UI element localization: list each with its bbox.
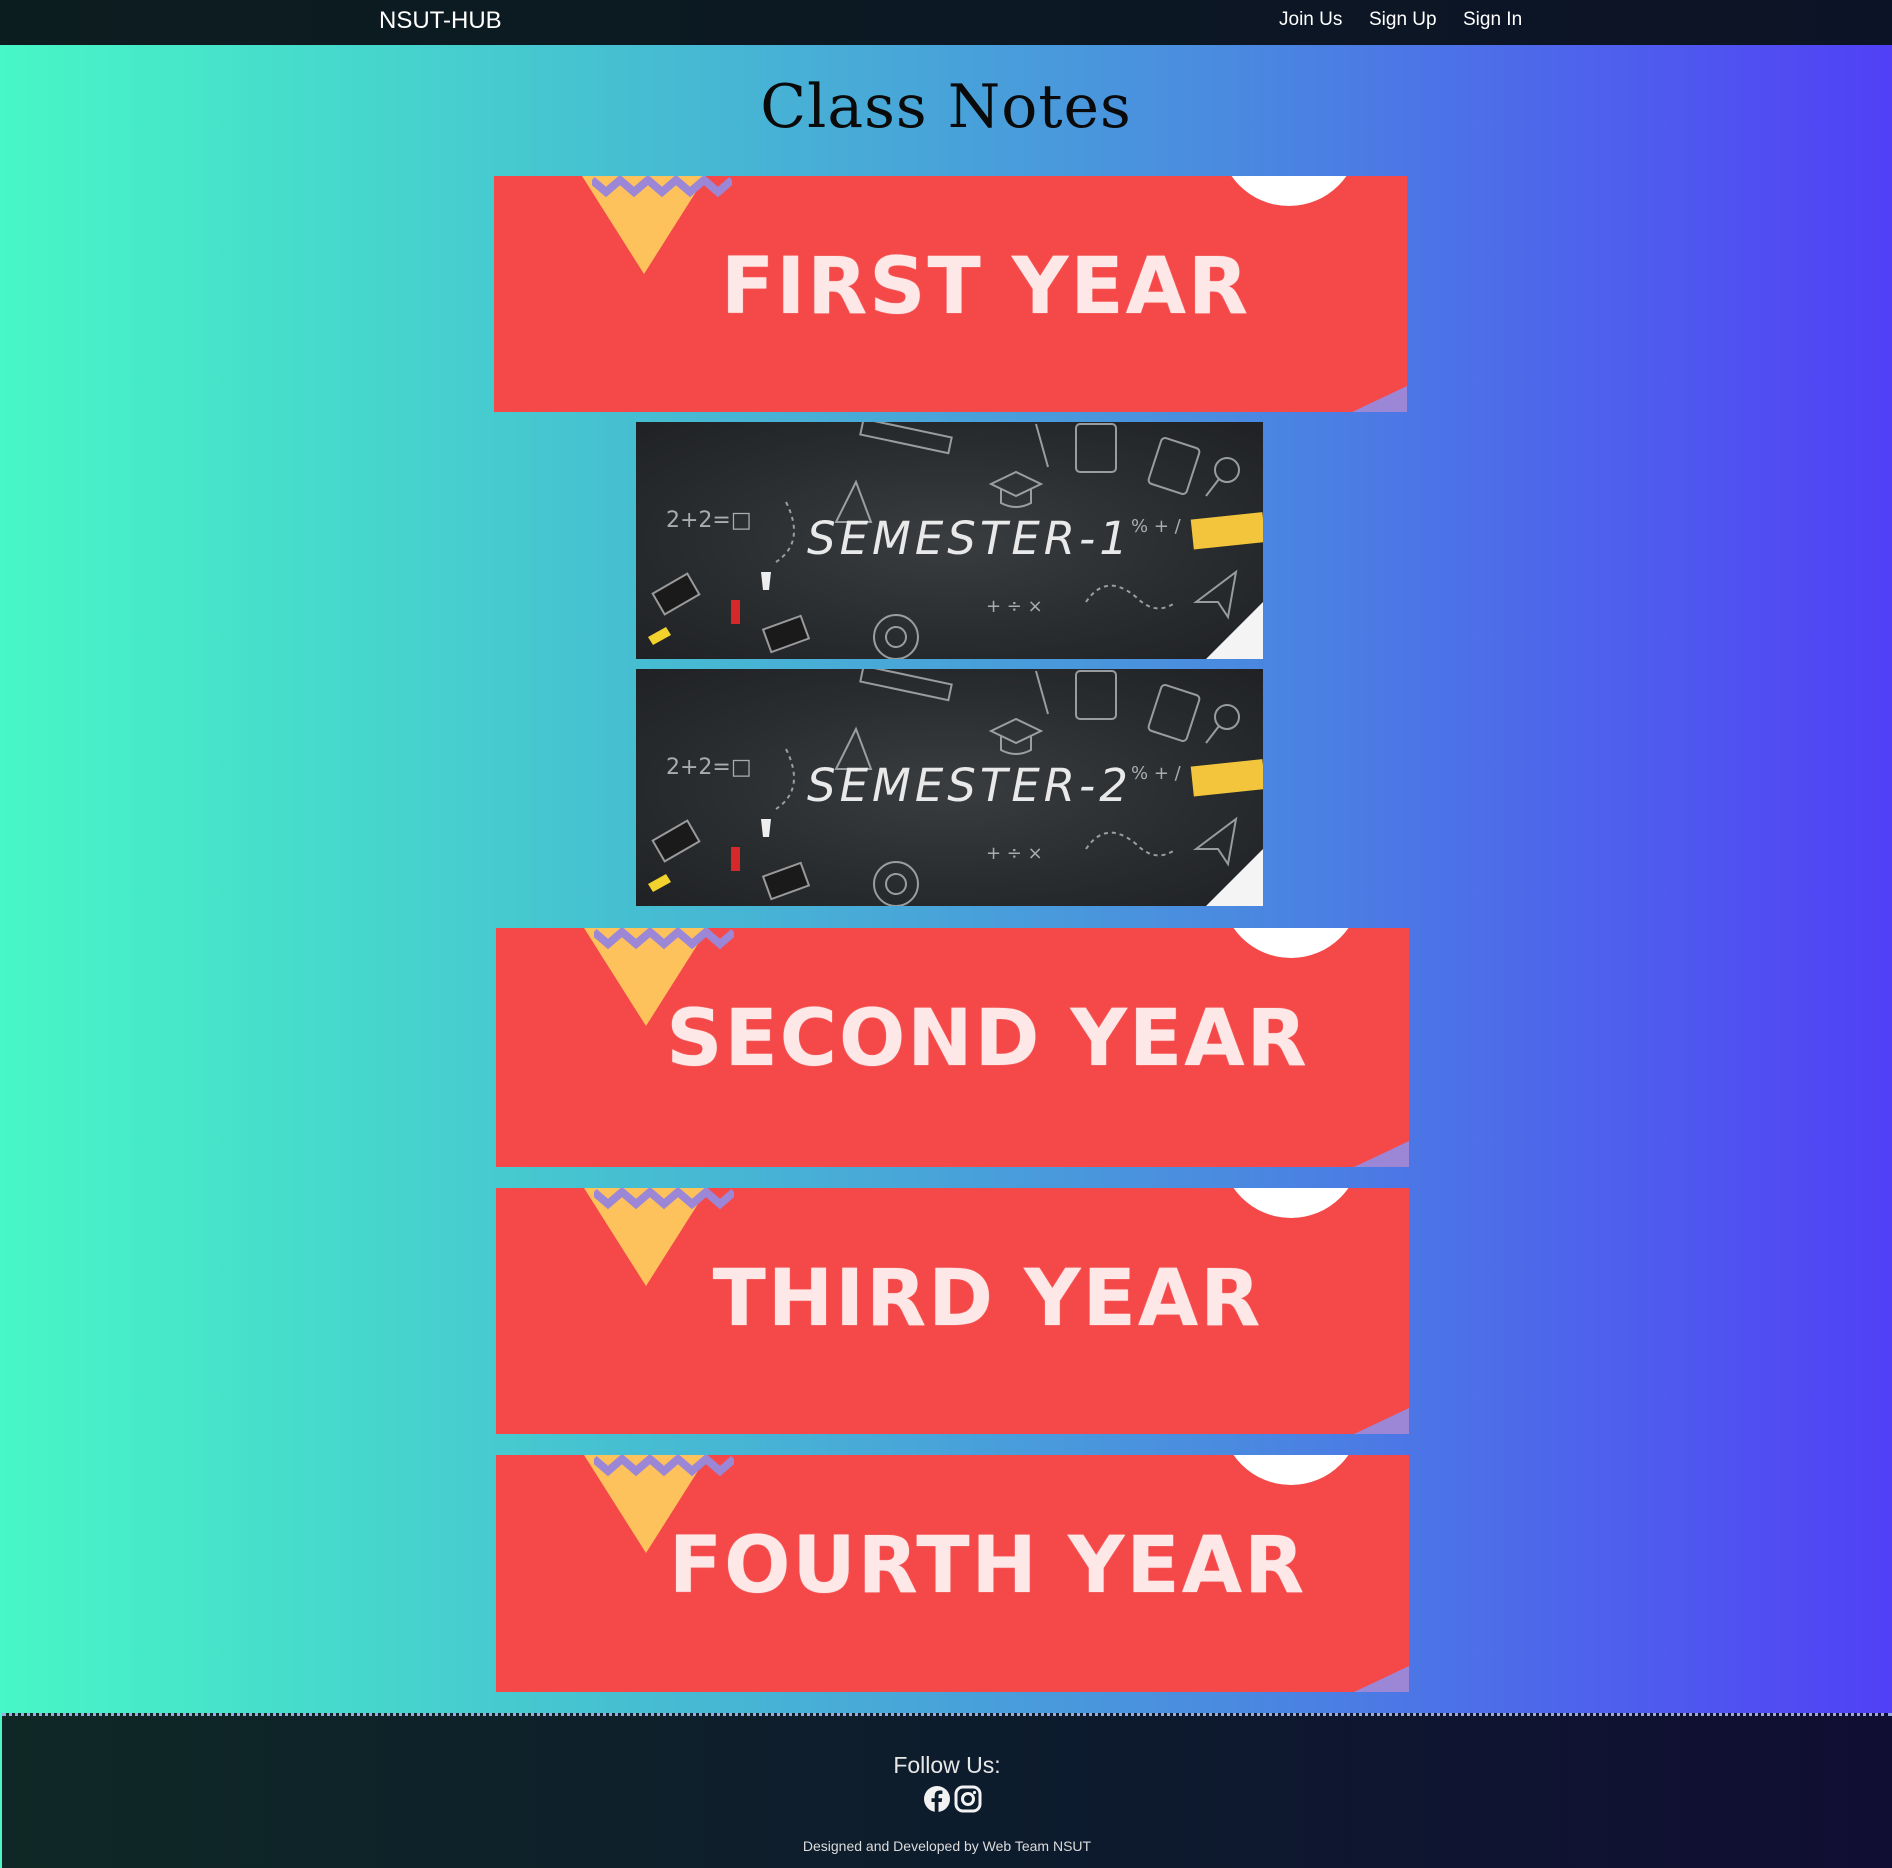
- sign-up-link[interactable]: Sign Up: [1369, 9, 1437, 31]
- first-year-banner[interactable]: FIRST YEAR: [494, 176, 1407, 412]
- second-year-banner[interactable]: SECOND YEAR: [496, 928, 1409, 1167]
- instagram-icon[interactable]: [954, 1785, 982, 1813]
- circle-decoration: [1221, 928, 1361, 958]
- corner-decoration: [1352, 386, 1407, 412]
- third-year-label: THIRD YEAR: [712, 1254, 1263, 1344]
- follow-us-label: Follow Us:: [893, 1752, 1001, 1778]
- svg-text:+ ÷ ×: + ÷ ×: [986, 843, 1043, 864]
- fourth-year-banner[interactable]: FOURTH YEAR: [496, 1455, 1409, 1692]
- top-navbar: NSUT-HUB Join Us Sign Up Sign In: [0, 0, 1892, 45]
- join-us-link[interactable]: Join Us: [1279, 9, 1342, 31]
- corner-decoration: [1354, 1408, 1409, 1434]
- second-year-label: SECOND YEAR: [666, 994, 1309, 1084]
- circle-decoration: [1221, 1455, 1361, 1485]
- circle-decoration: [1221, 1188, 1361, 1218]
- corner-decoration: [1354, 1141, 1409, 1167]
- svg-text:+ ÷ ×: + ÷ ×: [986, 596, 1043, 617]
- facebook-icon[interactable]: [923, 1785, 951, 1813]
- footer: Follow Us: Designed and Developed by Web…: [2, 1713, 1892, 1868]
- circle-decoration: [1219, 176, 1359, 206]
- fourth-year-label: FOURTH YEAR: [668, 1521, 1307, 1611]
- credits-text: Designed and Developed by Web Team NSUT: [802, 1838, 1092, 1854]
- zigzag-decoration: [592, 176, 732, 198]
- zigzag-decoration: [594, 1188, 734, 1210]
- corner-decoration: [1354, 1666, 1409, 1692]
- sign-in-link[interactable]: Sign In: [1463, 9, 1522, 31]
- page-title: Class Notes: [760, 72, 1132, 142]
- zigzag-decoration: [594, 928, 734, 950]
- first-year-label: FIRST YEAR: [720, 242, 1251, 332]
- semester-1-label: SEMESTER-1: [807, 512, 1132, 565]
- semester-2-banner[interactable]: 2+2=□ + ÷ × % + / SEMESTER-2: [636, 669, 1263, 906]
- semester-2-label: SEMESTER-2: [807, 759, 1132, 812]
- zigzag-decoration: [594, 1455, 734, 1477]
- third-year-banner[interactable]: THIRD YEAR: [496, 1188, 1409, 1434]
- semester-1-banner[interactable]: 2+2=□ + ÷ × % + / SEMESTER-1: [636, 422, 1263, 659]
- brand-logo-link[interactable]: NSUT-HUB: [379, 7, 502, 35]
